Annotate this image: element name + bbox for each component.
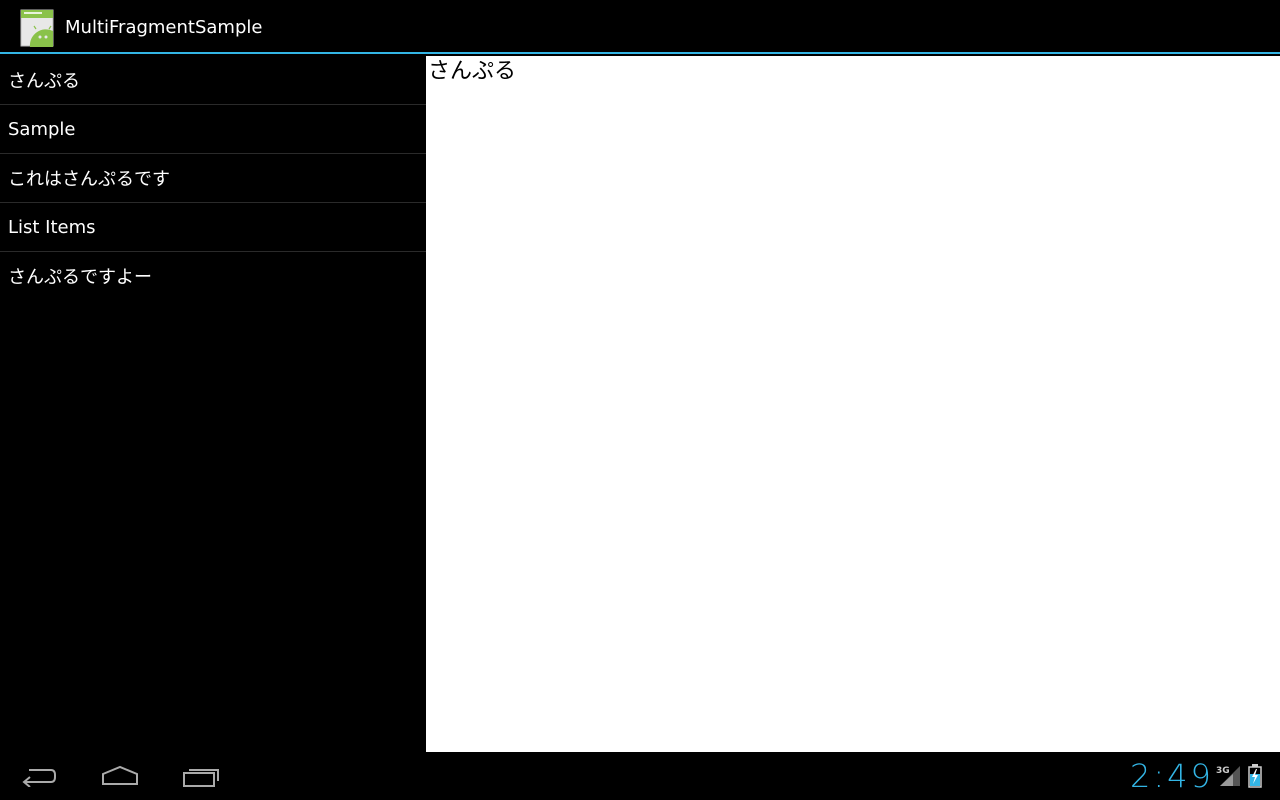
list-item-label: Sample <box>8 118 76 140</box>
list-item-label: List Items <box>8 216 96 238</box>
recent-apps-button[interactable] <box>177 760 225 792</box>
back-icon <box>22 769 56 787</box>
list-fragment: さんぷる Sample これはさんぷるです List Items さんぷるですよ… <box>0 56 426 752</box>
detail-fragment: さんぷる <box>426 56 1280 752</box>
action-bar: MultiFragmentSample <box>0 0 1280 54</box>
battery-charging-icon <box>1248 764 1262 788</box>
home-icon <box>102 765 138 785</box>
list-item-label: これはさんぷるです <box>8 169 170 190</box>
back-button[interactable] <box>15 760 63 792</box>
list-item[interactable]: さんぷるですよー <box>0 252 426 300</box>
recent-apps-icon <box>183 769 219 787</box>
android-app-icon[interactable] <box>20 9 54 47</box>
clock[interactable]: 2:49 <box>1130 758 1214 794</box>
system-bar: 2:49 3G <box>0 752 1280 800</box>
list-item[interactable]: List Items <box>0 203 426 252</box>
list-item-label: さんぷる <box>8 71 80 92</box>
app-title: MultiFragmentSample <box>65 17 263 38</box>
list-item-label: さんぷるですよー <box>8 267 152 288</box>
list-item[interactable]: これはさんぷるです <box>0 154 426 203</box>
list-item[interactable]: Sample <box>0 105 426 154</box>
list-item[interactable]: さんぷる <box>0 56 426 105</box>
screen: MultiFragmentSample さんぷる Sample これはさんぷるで… <box>0 0 1280 800</box>
detail-text: さんぷる <box>428 59 517 84</box>
signal-icon <box>1220 766 1240 786</box>
home-button[interactable] <box>96 760 144 792</box>
